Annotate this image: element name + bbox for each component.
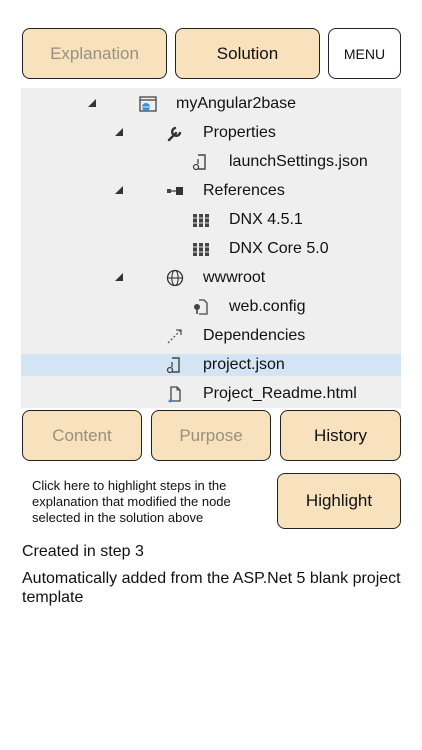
- html-file-icon: [168, 386, 181, 403]
- tree-node-webconfig[interactable]: web.config: [21, 296, 401, 318]
- tree-node-label: myAngular2base: [176, 95, 297, 112]
- globe-icon: [166, 269, 184, 287]
- explanation-button[interactable]: Explanation: [22, 28, 167, 79]
- web-project-icon: [139, 96, 157, 112]
- expand-arrow-icon[interactable]: [115, 186, 123, 194]
- tree-node-dependencies[interactable]: Dependencies: [21, 325, 401, 347]
- references-icon: [167, 187, 183, 195]
- created-in-step: Created in step 3: [22, 543, 144, 560]
- tree-node-label: Project_Readme.html: [203, 385, 357, 402]
- tree-node-dnxcore50[interactable]: DNX Core 5.0: [21, 238, 401, 260]
- expand-arrow-icon[interactable]: [88, 99, 96, 107]
- tree-node-label: DNX 4.5.1: [229, 211, 303, 228]
- dependencies-icon: [167, 329, 182, 344]
- wrench-icon: [167, 126, 182, 142]
- tree-node-label: Properties: [203, 124, 276, 141]
- solution-tree[interactable]: myAngular2base Properties launchSettings…: [21, 88, 401, 408]
- node-description: Automatically added from the ASP.Net 5 b…: [22, 570, 401, 606]
- tree-node-label: web.config: [229, 298, 306, 315]
- highlight-hint: Click here to highlight steps in the exp…: [32, 478, 231, 525]
- tree-node-wwwroot[interactable]: wwwroot: [21, 267, 401, 289]
- expand-arrow-icon[interactable]: [115, 273, 123, 281]
- tree-node-references[interactable]: References: [21, 180, 401, 202]
- tree-node-dnx451[interactable]: DNX 4.5.1: [21, 209, 401, 231]
- highlight-button[interactable]: Highlight: [277, 473, 401, 529]
- solution-button[interactable]: Solution: [175, 28, 320, 79]
- history-button[interactable]: History: [280, 410, 401, 461]
- tree-node-label: Dependencies: [203, 327, 306, 344]
- tree-node-properties[interactable]: Properties: [21, 122, 401, 144]
- tree-node-project[interactable]: myAngular2base: [21, 93, 401, 115]
- config-file-icon: [194, 299, 208, 315]
- tree-node-projectjson[interactable]: project.json: [21, 354, 401, 376]
- json-file-icon: [166, 357, 180, 374]
- tree-node-launchsettings[interactable]: launchSettings.json: [21, 151, 401, 173]
- tree-node-label: launchSettings.json: [229, 153, 368, 170]
- expand-arrow-icon[interactable]: [115, 128, 123, 136]
- json-file-icon: [192, 154, 206, 171]
- library-icon: [193, 214, 209, 227]
- tree-node-readme[interactable]: Project_Readme.html: [21, 383, 401, 405]
- tree-node-label: References: [203, 182, 285, 199]
- tree-node-label: wwwroot: [203, 269, 266, 286]
- purpose-button[interactable]: Purpose: [151, 410, 271, 461]
- tree-node-label: DNX Core 5.0: [229, 240, 329, 257]
- menu-button[interactable]: MENU: [328, 28, 401, 79]
- content-button[interactable]: Content: [22, 410, 142, 461]
- tree-node-label: project.json: [203, 356, 285, 373]
- library-icon: [193, 243, 209, 256]
